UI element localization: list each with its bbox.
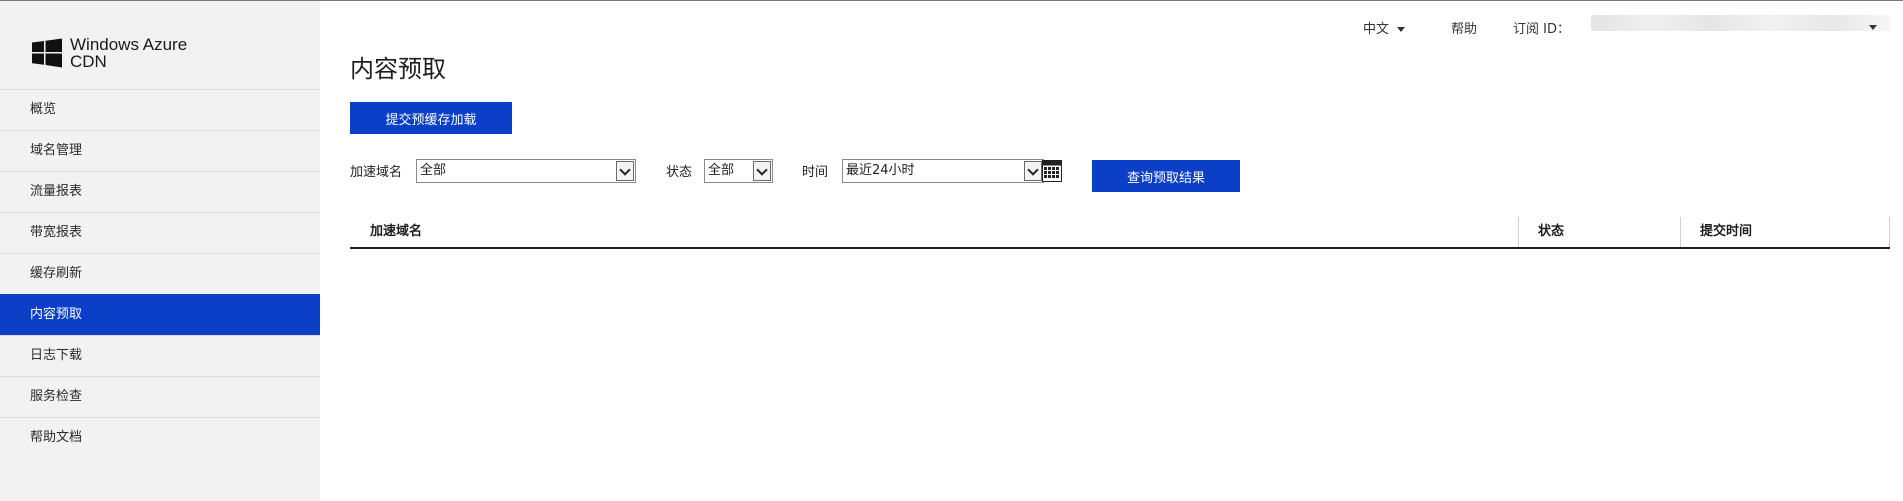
brand-name: Windows Azure CDN — [70, 36, 187, 70]
sidebar-item-cache-refresh[interactable]: 缓存刷新 — [0, 253, 320, 294]
chevron-down-icon — [616, 161, 634, 181]
query-results-button[interactable]: 查询预取结果 — [1092, 160, 1240, 192]
page-title: 内容预取 — [350, 55, 446, 83]
main-content: 内容预取 提交预缓存加载 加速域名 全部 状态 全部 时间 最近24小时 查询预… — [350, 1, 1903, 501]
time-select-value: 最近24小时 — [846, 163, 915, 178]
calendar-icon[interactable] — [1042, 160, 1062, 182]
domain-select[interactable]: 全部 — [416, 159, 636, 183]
sidebar-item-log-download[interactable]: 日志下载 — [0, 335, 320, 376]
column-divider — [1680, 217, 1681, 247]
chevron-down-icon — [753, 161, 771, 181]
column-divider — [1889, 217, 1890, 247]
column-header-status[interactable]: 状态 — [1538, 217, 1564, 247]
sidebar-item-traffic-report[interactable]: 流量报表 — [0, 171, 320, 212]
sidebar-item-overview[interactable]: 概览 — [0, 89, 320, 130]
time-select[interactable]: 最近24小时 — [842, 159, 1044, 183]
submit-preload-button[interactable]: 提交预缓存加载 — [350, 102, 512, 134]
sidebar-nav: 概览 域名管理 流量报表 带宽报表 缓存刷新 内容预取 日志下载 服务检查 帮助… — [0, 89, 320, 458]
domain-select-value: 全部 — [420, 163, 447, 178]
time-filter-label: 时间 — [802, 165, 829, 180]
brand-logo[interactable]: Windows Azure CDN — [32, 33, 187, 73]
sidebar-item-service-check[interactable]: 服务检查 — [0, 376, 320, 417]
sidebar: Windows Azure CDN 概览 域名管理 流量报表 带宽报表 缓存刷新… — [0, 1, 320, 501]
sidebar-item-bandwidth-report[interactable]: 带宽报表 — [0, 212, 320, 253]
results-table-header: 加速域名 状态 提交时间 — [350, 217, 1890, 249]
status-select[interactable]: 全部 — [704, 159, 773, 183]
windows-logo-icon — [32, 38, 62, 68]
domain-filter-label: 加速域名 — [350, 165, 403, 180]
sidebar-item-content-prefetch[interactable]: 内容预取 — [0, 294, 320, 335]
chevron-down-icon — [1024, 161, 1042, 181]
status-filter-label: 状态 — [666, 165, 693, 180]
brand-line1: Windows Azure — [70, 35, 188, 54]
brand-line2: CDN — [70, 52, 107, 71]
column-header-submit-time[interactable]: 提交时间 — [1700, 217, 1752, 247]
column-header-domain[interactable]: 加速域名 — [370, 217, 422, 247]
sidebar-item-help-docs[interactable]: 帮助文档 — [0, 417, 320, 458]
status-select-value: 全部 — [708, 163, 735, 178]
sidebar-item-domain-management[interactable]: 域名管理 — [0, 130, 320, 171]
column-divider — [1518, 217, 1519, 247]
